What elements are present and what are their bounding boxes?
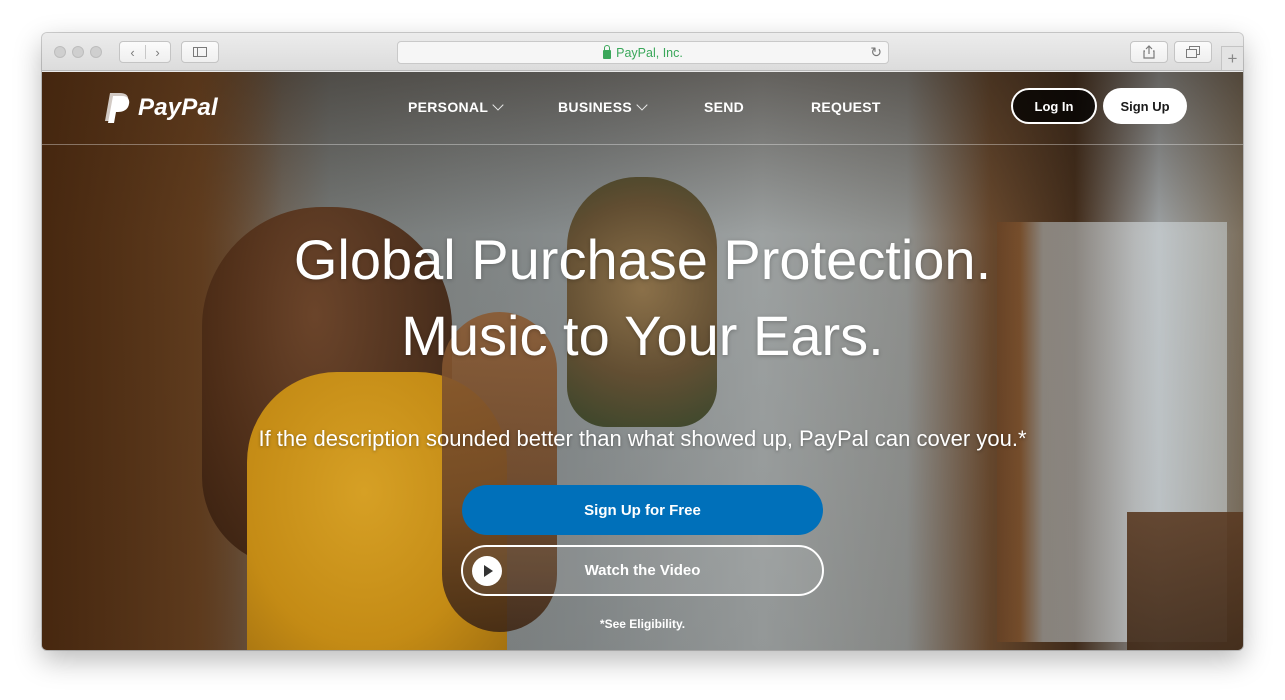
address-bar[interactable]: PayPal, Inc. ↻ (397, 41, 889, 64)
sidebar-icon (193, 47, 207, 57)
reload-icon[interactable]: ↻ (870, 44, 882, 61)
brand-name: PayPal (138, 93, 218, 121)
headline-line-2: Music to Your Ears. (401, 304, 884, 367)
eligibility-link[interactable]: *See Eligibility. (42, 617, 1243, 631)
tabs-icon (1186, 46, 1200, 58)
back-icon[interactable]: ‹ (120, 45, 145, 60)
chevron-down-icon (492, 98, 504, 111)
new-tab-button[interactable]: + (1221, 46, 1243, 70)
plus-icon: + (1227, 48, 1238, 68)
nav-send-label: SEND (704, 99, 745, 115)
watch-video-button[interactable]: Watch the Video (461, 545, 824, 596)
nav-personal[interactable]: PERSONAL (408, 98, 504, 115)
nav-business[interactable]: BUSINESS (558, 98, 648, 115)
signup-free-button[interactable]: Sign Up for Free (462, 485, 823, 535)
paypal-logo[interactable]: PayPal (104, 92, 218, 123)
watch-video-label: Watch the Video (584, 562, 701, 579)
share-icon (1143, 45, 1155, 59)
play-icon (472, 556, 502, 586)
paypal-homepage: PayPal PERSONAL BUSINESS SEND REQUEST Lo… (42, 72, 1243, 650)
sidebar-toggle-button[interactable] (181, 41, 219, 63)
nav-personal-label: PERSONAL (408, 99, 489, 115)
close-window-button[interactable] (54, 46, 66, 58)
hero-headline: Global Purchase Protection. Music to You… (42, 222, 1243, 374)
headline-line-1: Global Purchase Protection. (293, 228, 992, 291)
chevron-down-icon (636, 98, 648, 111)
nav-divider (42, 144, 1243, 145)
minimize-window-button[interactable] (72, 46, 84, 58)
tabs-overview-button[interactable] (1174, 41, 1212, 63)
nav-request[interactable]: REQUEST (811, 99, 881, 115)
lock-icon (603, 44, 612, 59)
login-button[interactable]: Log In (1011, 88, 1097, 124)
history-nav: ‹ › (119, 41, 171, 63)
hero-subheadline: If the description sounded better than w… (258, 426, 1027, 451)
zoom-window-button[interactable] (90, 46, 102, 58)
forward-icon[interactable]: › (145, 45, 170, 60)
nav-send[interactable]: SEND (704, 99, 744, 115)
address-text: PayPal, Inc. (616, 45, 683, 60)
nav-request-label: REQUEST (811, 99, 881, 115)
browser-toolbar: ‹ › PayPal, Inc. ↻ + (42, 33, 1243, 71)
nav-business-label: BUSINESS (558, 99, 632, 115)
share-button[interactable] (1130, 41, 1168, 63)
signup-button[interactable]: Sign Up (1103, 88, 1187, 124)
paypal-monogram-icon (105, 93, 130, 123)
browser-window: ‹ › PayPal, Inc. ↻ + PayPal PERSONAL BUS… (42, 33, 1243, 650)
